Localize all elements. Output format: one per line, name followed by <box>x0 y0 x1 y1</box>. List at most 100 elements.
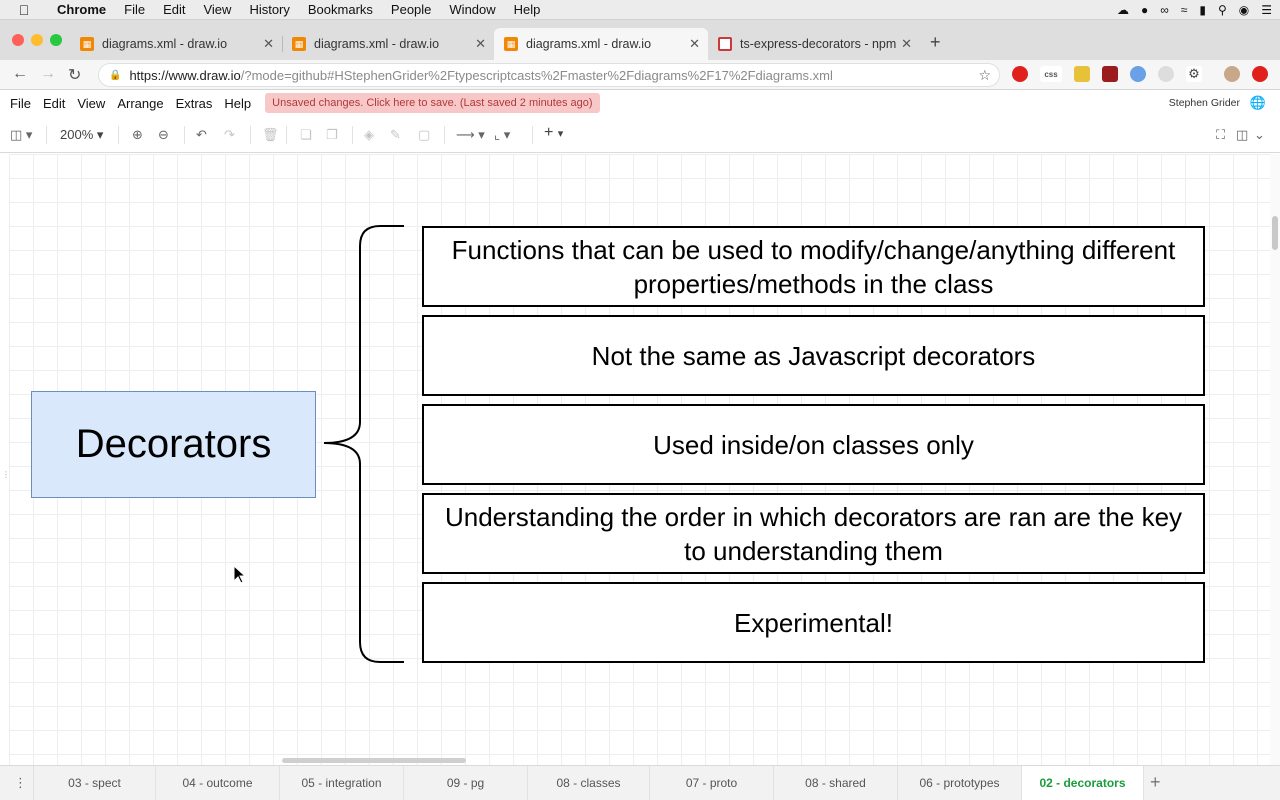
spotlight-icon[interactable]: ⚲ <box>1218 3 1227 17</box>
shadow-icon[interactable]: ▢ <box>418 127 430 143</box>
fill-color-icon[interactable]: ◈ <box>364 127 374 143</box>
page-tab[interactable]: 06 - prototypes <box>898 766 1022 800</box>
address-bar[interactable]: 🔒 https://www.draw.io /?mode=github#HSte… <box>98 63 1000 87</box>
opera-extension-icon[interactable] <box>1012 66 1028 82</box>
item-used-inside[interactable]: Used inside/on classes only <box>422 404 1205 485</box>
item-experimental[interactable]: Experimental! <box>422 582 1205 663</box>
menu-view[interactable]: View <box>194 2 240 17</box>
fullscreen-icon[interactable]: ⛶ <box>1216 127 1225 143</box>
feather-extension-icon[interactable] <box>1130 66 1146 82</box>
menu-app[interactable]: Chrome <box>48 2 115 17</box>
unsaved-changes-notice[interactable]: Unsaved changes. Click here to save. (La… <box>265 93 600 113</box>
zoom-window-button[interactable] <box>50 34 62 46</box>
page-tab[interactable]: 08 - shared <box>774 766 898 800</box>
to-back-icon[interactable]: ❐ <box>326 127 338 143</box>
zoom-level[interactable]: 200% ▾ <box>60 127 103 143</box>
panel-grip[interactable]: ⋮ <box>2 470 10 479</box>
curly-brace-connector[interactable] <box>318 222 410 666</box>
browser-tab-3[interactable]: ▦ diagrams.xml - draw.io ✕ <box>494 28 708 60</box>
page-tab[interactable]: 04 - outcome <box>156 766 280 800</box>
item-order[interactable]: Understanding the order in which decorat… <box>422 493 1205 574</box>
battery-icon[interactable]: ▮ <box>1199 3 1206 17</box>
notification-center-icon[interactable]: ☰ <box>1261 3 1272 17</box>
dropbox-icon[interactable]: ● <box>1141 3 1148 17</box>
reload-icon[interactable]: ↻ <box>68 65 81 85</box>
menu-history[interactable]: History <box>240 2 298 17</box>
page-tab-active[interactable]: 02 - decorators <box>1022 766 1144 800</box>
page-tab[interactable]: 09 - pg <box>404 766 528 800</box>
menu-edit[interactable]: Edit <box>154 2 194 17</box>
forward-arrow-icon[interactable]: → <box>40 65 56 83</box>
drawio-favicon-icon: ▦ <box>292 37 306 51</box>
connection-icon[interactable]: ⟶ ▾ <box>456 127 485 143</box>
css-extension-icon[interactable]: css <box>1040 66 1062 82</box>
vertical-scrollbar[interactable] <box>1270 154 1280 765</box>
drawio-toolbar: ◫ ▾ 200% ▾ ⊕ ⊖ ↶ ↷ 🗑 ❏ ❐ ◈ ✎ ▢ ⟶ ▾ ⌞ ▾ +… <box>0 117 1280 153</box>
page-tab[interactable]: 07 - proto <box>650 766 774 800</box>
close-tab-icon[interactable]: ✕ <box>263 36 274 52</box>
browser-tab-4[interactable]: ts-express-decorators - npm ✕ <box>708 28 920 60</box>
browser-tab-2[interactable]: ▦ diagrams.xml - draw.io ✕ <box>282 28 494 60</box>
close-tab-icon[interactable]: ✕ <box>689 36 700 52</box>
globe-icon[interactable]: 🌐 <box>1250 95 1266 111</box>
redo-icon[interactable]: ↷ <box>224 127 235 143</box>
opera-menu-icon[interactable] <box>1252 66 1268 82</box>
bookmark-star-icon[interactable]: ☆ <box>978 67 991 84</box>
wifi-icon[interactable]: ≈ <box>1181 3 1188 17</box>
page-tab[interactable]: 08 - classes <box>528 766 650 800</box>
drawio-menu-help[interactable]: Help <box>218 96 257 111</box>
menu-window[interactable]: Window <box>440 2 504 17</box>
ublock-extension-icon[interactable] <box>1102 66 1118 82</box>
glasses-icon[interactable]: ∞ <box>1160 3 1169 17</box>
browser-tab-1[interactable]: ▦ diagrams.xml - draw.io ✕ <box>70 28 283 60</box>
close-tab-icon[interactable]: ✕ <box>901 36 912 52</box>
drawio-favicon-icon: ▦ <box>80 37 94 51</box>
item-not-same[interactable]: Not the same as Javascript decorators <box>422 315 1205 396</box>
back-arrow-icon[interactable]: ← <box>12 65 28 83</box>
drawio-favicon-icon: ▦ <box>504 37 518 51</box>
lock-icon: 🔒 <box>109 69 122 81</box>
menu-bookmarks[interactable]: Bookmarks <box>299 2 382 17</box>
split-view-icon[interactable]: ◫ <box>1236 127 1248 143</box>
horizontal-scrollbar[interactable] <box>282 758 466 763</box>
settings-extension-icon[interactable]: ⚙ <box>1186 66 1202 82</box>
close-window-button[interactable] <box>12 34 24 46</box>
ghost-extension-icon[interactable] <box>1158 66 1174 82</box>
drawio-menu-file[interactable]: File <box>0 96 37 111</box>
tab-title: ts-express-decorators - npm <box>740 37 897 51</box>
tab-title: diagrams.xml - draw.io <box>102 37 228 51</box>
menu-help[interactable]: Help <box>505 2 550 17</box>
menu-people[interactable]: People <box>382 2 440 17</box>
page-tab[interactable]: 05 - integration <box>280 766 404 800</box>
drawio-menu-view[interactable]: View <box>71 96 111 111</box>
zoom-out-icon[interactable]: ⊖ <box>158 127 169 143</box>
decorators-node[interactable]: Decorators <box>31 391 316 498</box>
delete-icon[interactable]: 🗑 <box>262 127 279 143</box>
item-functions[interactable]: Functions that can be used to modify/cha… <box>422 226 1205 307</box>
drawio-menu-arrange[interactable]: Arrange <box>111 96 169 111</box>
to-front-icon[interactable]: ❏ <box>300 127 312 143</box>
page-tab[interactable]: 03 - spect <box>34 766 156 800</box>
close-tab-icon[interactable]: ✕ <box>475 36 486 52</box>
insert-icon[interactable]: + ▾ <box>544 124 563 142</box>
waypoints-icon[interactable]: ⌞ ▾ <box>494 127 510 143</box>
drawio-menu-edit[interactable]: Edit <box>37 96 71 111</box>
browser-toolbar: ← → ↻ 🔒 https://www.draw.io /?mode=githu… <box>0 60 1280 90</box>
new-tab-button[interactable]: + <box>930 32 941 53</box>
profile-avatar[interactable] <box>1224 66 1240 82</box>
line-color-icon[interactable]: ✎ <box>390 127 401 143</box>
apple-icon[interactable]:  <box>0 2 48 18</box>
zoom-in-icon[interactable]: ⊕ <box>132 127 143 143</box>
undo-icon[interactable]: ↶ <box>196 127 207 143</box>
collapse-icon[interactable]: ⌄ <box>1254 127 1265 143</box>
drawio-menu-extras[interactable]: Extras <box>170 96 219 111</box>
pages-menu-icon[interactable]: ⋮ <box>8 766 34 800</box>
notes-extension-icon[interactable] <box>1074 66 1090 82</box>
cloud-icon[interactable]: ☁ <box>1117 3 1129 17</box>
menu-file[interactable]: File <box>115 2 154 17</box>
siri-icon[interactable]: ◉ <box>1239 3 1249 17</box>
user-name[interactable]: Stephen Grider <box>1169 97 1240 109</box>
add-page-button[interactable]: + <box>1150 772 1161 793</box>
minimize-window-button[interactable] <box>31 34 43 46</box>
format-panel-icon[interactable]: ◫ ▾ <box>10 127 32 143</box>
